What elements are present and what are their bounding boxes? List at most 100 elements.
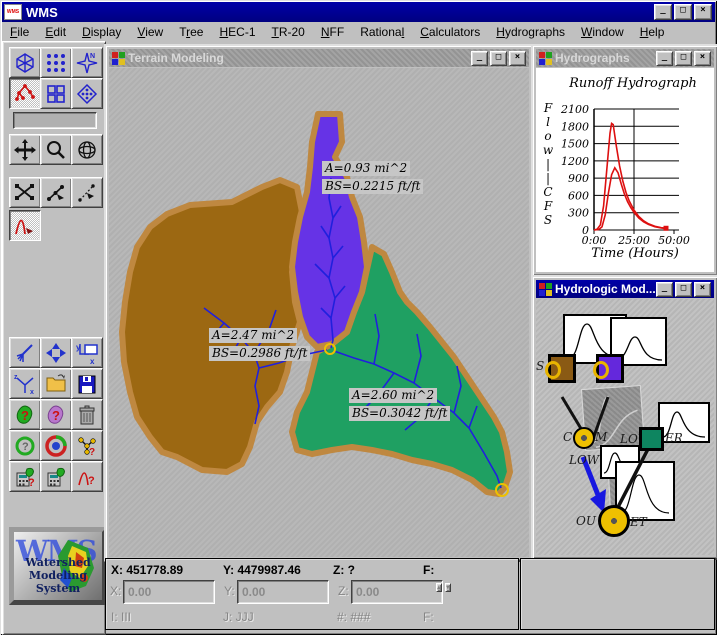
map-north-module-icon: N xyxy=(75,51,99,75)
calculator-button[interactable] xyxy=(40,461,72,492)
zoom-button[interactable] xyxy=(40,134,72,165)
close-button[interactable]: × xyxy=(509,51,526,66)
outlet-node[interactable] xyxy=(598,505,630,537)
spinner-up-button[interactable]: ▲ xyxy=(436,583,442,592)
contour-target-button[interactable] xyxy=(40,430,72,461)
tree-module-icon xyxy=(13,82,37,106)
ring-question-button[interactable]: ? xyxy=(9,430,41,461)
scatter-module-button[interactable] xyxy=(71,78,103,109)
delete-trash-button[interactable] xyxy=(71,399,103,430)
save-disk-button[interactable] xyxy=(71,368,103,399)
menu-calculators[interactable]: Calculators xyxy=(412,24,488,40)
tin-module-icon xyxy=(13,51,37,75)
hydrograph-tool-button[interactable] xyxy=(9,210,41,241)
hydrograph-question-button[interactable]: ? xyxy=(71,461,103,492)
maximize-button[interactable]: □ xyxy=(675,282,692,297)
select-segment-icon xyxy=(44,181,68,205)
tin-module-button[interactable] xyxy=(9,47,41,78)
menu-help[interactable]: Help xyxy=(632,24,673,40)
pan-button[interactable] xyxy=(9,134,41,165)
menu-hec-1[interactable]: HEC-1 xyxy=(211,24,263,40)
svg-text:?: ? xyxy=(28,477,35,489)
calculator-icon xyxy=(44,465,68,489)
minimize-button[interactable]: _ xyxy=(654,4,672,20)
close-button[interactable]: × xyxy=(694,282,711,297)
select-segment-button[interactable] xyxy=(40,177,72,208)
nodes-question-icon: ? xyxy=(75,434,99,458)
axes-zx-button[interactable]: zx xyxy=(9,368,41,399)
menu-window[interactable]: Window xyxy=(573,24,632,40)
terrain-map-canvas: A=0.93 mi^2BS=0.2215 ft/ft A=2.47 mi^2BS… xyxy=(109,68,529,557)
feature-question-button[interactable]: ? xyxy=(9,399,41,430)
spinner-down-button[interactable]: ▼ xyxy=(445,583,451,592)
tool-palette: N yx zx ? ? ? ? ? ? WMS Watershed Modeli… xyxy=(2,41,106,635)
select-point-icon xyxy=(75,181,99,205)
frame-image-button[interactable] xyxy=(40,337,72,368)
tool-status-display xyxy=(13,112,97,129)
menu-view[interactable]: View xyxy=(129,24,171,40)
minimize-button[interactable]: _ xyxy=(656,282,673,297)
scatter-module-icon xyxy=(75,82,99,106)
select-vertices-button[interactable] xyxy=(9,177,41,208)
open-folder-button[interactable] xyxy=(40,368,72,399)
window-icon xyxy=(539,52,552,65)
menu-tr-20[interactable]: TR-20 xyxy=(264,24,313,40)
app-icon: WMS xyxy=(4,4,22,20)
tree-module-button[interactable] xyxy=(9,78,41,109)
logo-line: System xyxy=(14,582,102,595)
basin-node-teal[interactable] xyxy=(639,427,664,451)
menu-rational[interactable]: Rational xyxy=(352,24,412,40)
maximize-button[interactable]: □ xyxy=(674,4,692,20)
outlet-label: OU xyxy=(576,514,596,528)
maximize-button[interactable]: □ xyxy=(490,51,507,66)
svg-text:1800: 1800 xyxy=(561,120,589,133)
confluence-node[interactable] xyxy=(573,427,595,449)
grid-cells-module-button[interactable] xyxy=(40,78,72,109)
map-north-module-button[interactable]: N xyxy=(71,47,103,78)
grid-cells-module-icon xyxy=(44,82,68,106)
minimize-button[interactable]: _ xyxy=(656,51,673,66)
close-button[interactable]: × xyxy=(694,4,712,20)
hydrologic-titlebar[interactable]: Hydrologic Mod... _ □ × xyxy=(536,280,714,298)
z-input-field[interactable] xyxy=(351,580,443,604)
svg-text:?: ? xyxy=(21,408,29,423)
contour-target-icon xyxy=(44,434,68,458)
x-input-field[interactable] xyxy=(123,580,215,604)
menu-edit[interactable]: Edit xyxy=(37,24,74,40)
hydrologic-tree-canvas: S C M LOW ER LOW OU ET xyxy=(536,299,714,555)
hydrograph-question-icon: ? xyxy=(75,465,99,489)
menu-display[interactable]: Display xyxy=(74,24,129,40)
svg-text:0:00: 0:00 xyxy=(582,234,607,246)
terrain-modeling-window: Terrain Modeling _ □ × xyxy=(104,44,534,562)
maximize-button[interactable]: □ xyxy=(675,51,692,66)
app-titlebar[interactable]: WMS WMS _ □ × xyxy=(2,2,715,22)
grid-points-module-button[interactable] xyxy=(40,47,72,78)
calculator-question-button[interactable]: ? xyxy=(9,461,41,492)
svg-text:300: 300 xyxy=(568,207,589,220)
x-coordinate-readout: X: 451778.89 xyxy=(111,563,183,577)
menu-hydrographs[interactable]: Hydrographs xyxy=(488,24,573,40)
rotate-globe-button[interactable] xyxy=(71,134,103,165)
sweep-button[interactable] xyxy=(9,337,41,368)
minimize-button[interactable]: _ xyxy=(471,51,488,66)
nodes-question-button[interactable]: ? xyxy=(71,430,103,461)
hydrographs-titlebar[interactable]: Hydrographs _ □ × xyxy=(536,49,714,67)
y-input-field[interactable] xyxy=(237,580,329,604)
close-button[interactable]: × xyxy=(694,51,711,66)
basin-annotation: A=2.60 mi^2BS=0.3042 ft/ft xyxy=(349,388,450,424)
menu-file[interactable]: File xyxy=(2,24,37,40)
menu-nff[interactable]: NFF xyxy=(313,24,352,40)
select-vertices-icon xyxy=(13,181,37,205)
basin-node-purple[interactable] xyxy=(596,354,624,383)
terrain-titlebar[interactable]: Terrain Modeling _ □ × xyxy=(109,49,529,67)
basin-node-brown[interactable] xyxy=(548,354,576,383)
hydrograph-tool-icon xyxy=(13,214,37,238)
basin-left-polygon[interactable] xyxy=(122,180,302,472)
basin-top-polygon[interactable] xyxy=(292,114,367,347)
select-point-button[interactable] xyxy=(71,177,103,208)
hydrologic-modeling-window: Hydrologic Mod... _ □ × S C M xyxy=(531,275,717,560)
plot-xy-button[interactable]: yx xyxy=(71,337,103,368)
menu-tree[interactable]: Tree xyxy=(171,24,211,40)
polygon-question-button[interactable]: ? xyxy=(40,399,72,430)
window-icon xyxy=(539,283,552,296)
